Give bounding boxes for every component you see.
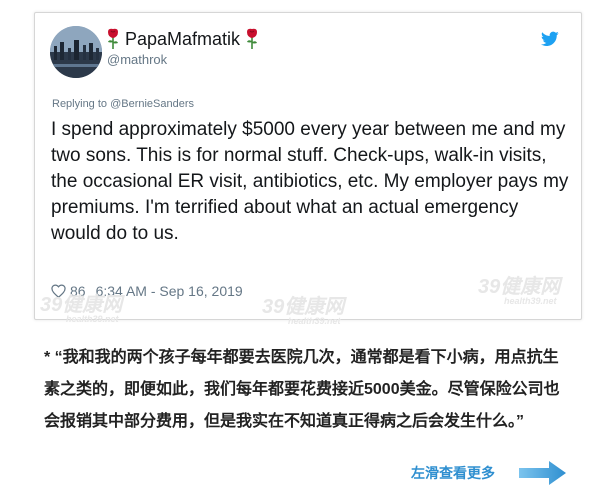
display-name-text: PapaMafmatik [125, 28, 241, 49]
avatar[interactable] [50, 26, 102, 78]
tweet-text: I spend approximately $5000 every year b… [51, 119, 569, 244]
rose-emoji-icon [108, 28, 118, 49]
display-name[interactable]: PapaMafmatik [105, 28, 260, 50]
twitter-bird-icon[interactable] [541, 31, 559, 47]
watermark: 39健康网 health39.net [478, 276, 561, 306]
rose-emoji-icon [247, 28, 258, 49]
tweet-card[interactable]: PapaMafmatik @mathrok Replying to @Berni… [34, 12, 582, 320]
reply-to-label[interactable]: Replying to @BernieSanders [52, 98, 194, 110]
translation-caption: * “我和我的两个孩子每年都要去医院几次，通常都是看下小病，用点抗生素之类的，即… [44, 349, 560, 430]
watermark: 39健康网 health39.net [262, 296, 345, 326]
watermark: 39健康网 health39.net [40, 294, 123, 324]
swipe-more-label[interactable]: 左滑查看更多 [411, 464, 495, 482]
arrow-right-icon[interactable] [519, 460, 567, 486]
user-handle[interactable]: @mathrok [107, 52, 167, 67]
